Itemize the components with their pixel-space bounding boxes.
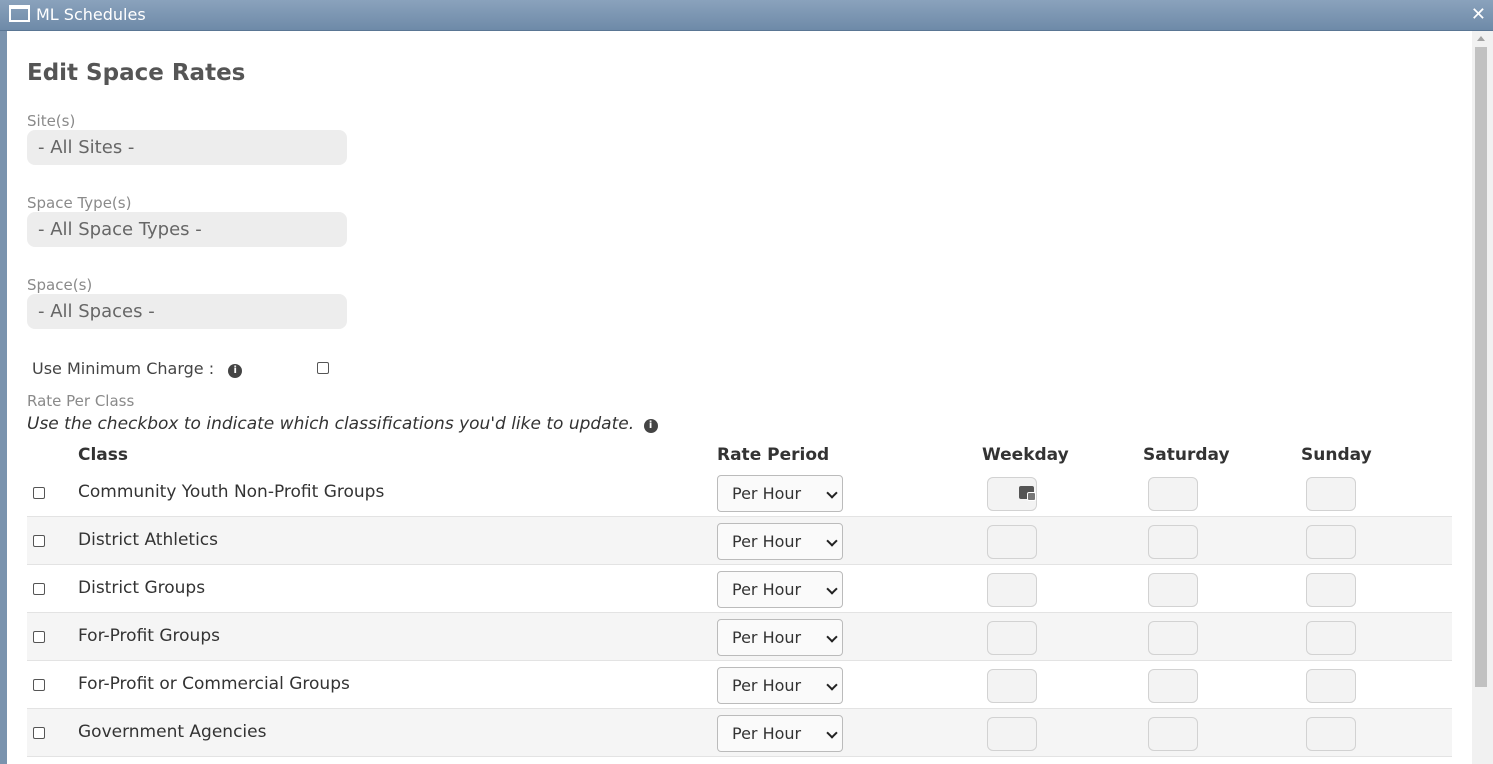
class-name: Community Youth Non-Profit Groups bbox=[78, 482, 385, 502]
table-row: For-Profit or Commercial Groups Per Hour bbox=[27, 661, 1452, 709]
sunday-rate-input[interactable] bbox=[1306, 573, 1356, 607]
sunday-rate-input[interactable] bbox=[1306, 621, 1356, 655]
saturday-rate-input[interactable] bbox=[1148, 669, 1198, 703]
space-types-select[interactable]: - All Space Types - bbox=[27, 212, 347, 247]
window-titlebar: ML Schedules ✕ bbox=[0, 0, 1493, 31]
rate-period-value: Per Hour bbox=[732, 580, 802, 599]
minimum-charge-label: Use Minimum Charge : bbox=[32, 359, 215, 378]
class-name: District Athletics bbox=[78, 530, 219, 550]
column-header-rate-period: Rate Period bbox=[717, 445, 830, 465]
chevron-down-icon bbox=[826, 583, 838, 595]
chevron-down-icon bbox=[826, 487, 838, 499]
table-row: District Groups Per Hour bbox=[27, 565, 1452, 613]
dialog-content: Edit Space Rates Site(s) - All Sites - S… bbox=[7, 31, 1472, 764]
window-icon bbox=[9, 5, 30, 22]
sunday-rate-input[interactable] bbox=[1306, 717, 1356, 751]
saturday-rate-input[interactable] bbox=[1148, 717, 1198, 751]
column-header-sunday: Sunday bbox=[1301, 445, 1372, 465]
row-checkbox[interactable] bbox=[33, 583, 45, 595]
saturday-rate-input[interactable] bbox=[1148, 621, 1198, 655]
column-header-class: Class bbox=[78, 445, 129, 465]
row-checkbox[interactable] bbox=[33, 679, 45, 691]
saturday-rate-input[interactable] bbox=[1148, 525, 1198, 559]
rate-period-select[interactable]: Per Hour bbox=[717, 523, 843, 560]
rate-period-select[interactable]: Per Hour bbox=[717, 571, 843, 608]
table-row: Government Agencies Per Hour bbox=[27, 709, 1452, 757]
saturday-rate-input[interactable] bbox=[1148, 573, 1198, 607]
weekday-rate-input[interactable] bbox=[987, 669, 1037, 703]
rate-period-select[interactable]: Per Hour bbox=[717, 715, 843, 752]
class-name: For-Profit or Commercial Groups bbox=[78, 674, 350, 694]
minimum-charge-checkbox[interactable] bbox=[317, 362, 329, 374]
window-title: ML Schedules bbox=[36, 5, 146, 24]
class-name: Government Agencies bbox=[78, 722, 267, 742]
spaces-label: Space(s) bbox=[27, 276, 93, 294]
saturday-rate-input[interactable] bbox=[1148, 477, 1198, 511]
scroll-up-icon[interactable] bbox=[1477, 36, 1485, 41]
sunday-rate-input[interactable] bbox=[1306, 477, 1356, 511]
close-icon[interactable]: ✕ bbox=[1471, 4, 1486, 25]
chevron-down-icon bbox=[826, 727, 838, 739]
sites-select[interactable]: - All Sites - bbox=[27, 130, 347, 165]
row-checkbox[interactable] bbox=[33, 487, 45, 499]
chevron-down-icon bbox=[826, 631, 838, 643]
row-checkbox[interactable] bbox=[33, 727, 45, 739]
minimum-charge-row: Use Minimum Charge : i bbox=[32, 359, 243, 378]
window-frame bbox=[0, 31, 7, 764]
weekday-rate-input[interactable] bbox=[987, 477, 1037, 511]
password-manager-icon[interactable] bbox=[1019, 486, 1036, 501]
sunday-rate-input[interactable] bbox=[1306, 669, 1356, 703]
table-row: Community Youth Non-Profit Groups Per Ho… bbox=[27, 469, 1452, 517]
weekday-rate-input[interactable] bbox=[987, 525, 1037, 559]
rate-period-value: Per Hour bbox=[732, 532, 802, 551]
table-row: District Athletics Per Hour bbox=[27, 517, 1452, 565]
chevron-down-icon bbox=[826, 679, 838, 691]
weekday-rate-input[interactable] bbox=[987, 717, 1037, 751]
rate-period-value: Per Hour bbox=[732, 484, 802, 503]
page-title: Edit Space Rates bbox=[27, 60, 246, 86]
space-types-label: Space Type(s) bbox=[27, 194, 132, 212]
rate-period-select[interactable]: Per Hour bbox=[717, 619, 843, 656]
rate-period-value: Per Hour bbox=[732, 628, 802, 647]
rate-period-select[interactable]: Per Hour bbox=[717, 667, 843, 704]
class-name: District Groups bbox=[78, 578, 206, 598]
column-header-saturday: Saturday bbox=[1143, 445, 1230, 465]
row-checkbox[interactable] bbox=[33, 631, 45, 643]
rate-period-value: Per Hour bbox=[732, 724, 802, 743]
spaces-select[interactable]: - All Spaces - bbox=[27, 294, 347, 329]
scrollbar-thumb[interactable] bbox=[1475, 47, 1487, 687]
rate-instruction-text: Use the checkbox to indicate which class… bbox=[27, 414, 635, 434]
column-header-weekday: Weekday bbox=[982, 445, 1069, 465]
rate-period-select[interactable]: Per Hour bbox=[717, 475, 843, 512]
info-icon[interactable]: i bbox=[228, 364, 243, 378]
rate-instruction: Use the checkbox to indicate which class… bbox=[27, 414, 658, 434]
rate-period-value: Per Hour bbox=[732, 676, 802, 695]
class-name: For-Profit Groups bbox=[78, 626, 220, 646]
weekday-rate-input[interactable] bbox=[987, 621, 1037, 655]
weekday-rate-input[interactable] bbox=[987, 573, 1037, 607]
chevron-down-icon bbox=[826, 535, 838, 547]
sunday-rate-input[interactable] bbox=[1306, 525, 1356, 559]
row-checkbox[interactable] bbox=[33, 535, 45, 547]
rate-per-class-label: Rate Per Class bbox=[27, 392, 135, 410]
sites-label: Site(s) bbox=[27, 112, 76, 130]
table-row: For-Profit Groups Per Hour bbox=[27, 613, 1452, 661]
vertical-scrollbar[interactable] bbox=[1472, 31, 1493, 764]
info-icon[interactable]: i bbox=[643, 419, 658, 433]
